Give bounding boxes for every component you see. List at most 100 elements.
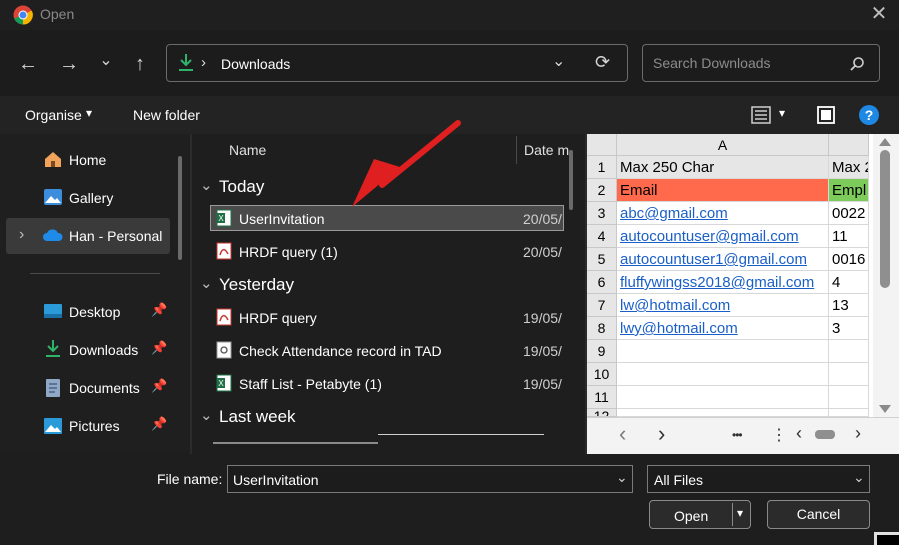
cell-a2[interactable]: Email xyxy=(617,179,829,202)
column-a-header[interactable]: A xyxy=(617,134,829,156)
sidebar-item-home[interactable]: Home xyxy=(69,152,106,168)
preview-pane-icon[interactable] xyxy=(816,105,836,125)
cell-b10[interactable] xyxy=(829,363,869,386)
column-divider[interactable] xyxy=(516,136,517,164)
cell-a4[interactable]: autocountuser@gmail.com xyxy=(617,225,829,248)
file-name[interactable]: HRDF query xyxy=(239,310,317,326)
cell-a11[interactable] xyxy=(617,386,829,409)
hscroll-right-icon[interactable]: › xyxy=(855,423,861,444)
view-options-caret-icon[interactable]: ▾ xyxy=(779,106,785,120)
file-name[interactable]: HRDF query (1) xyxy=(239,244,338,260)
row-number[interactable]: 6 xyxy=(587,271,617,294)
file-name[interactable]: Check Attendance record in TAD xyxy=(239,343,442,359)
group-caret-icon[interactable]: ⌄ xyxy=(200,176,213,194)
address-bar[interactable]: › Downloads ⌄ ⟳ xyxy=(166,44,628,82)
sidebar-item-han-personal[interactable]: Han - Personal xyxy=(69,228,162,244)
forward-button[interactable]: → xyxy=(57,52,81,76)
row-number[interactable]: 4 xyxy=(587,225,617,248)
cell-a1[interactable]: Max 250 Char xyxy=(617,156,829,179)
cell-b11[interactable] xyxy=(829,386,869,409)
organise-caret-icon[interactable]: ▾ xyxy=(86,106,92,120)
sidebar-item-downloads[interactable]: Downloads xyxy=(69,342,138,358)
back-button[interactable]: ← xyxy=(16,52,40,76)
new-folder-button[interactable]: New folder xyxy=(133,107,200,123)
pin-icon[interactable]: 📌 xyxy=(151,378,167,394)
group-header-yesterday[interactable]: Yesterday xyxy=(219,275,294,295)
resize-grip-icon[interactable] xyxy=(874,532,899,545)
help-button[interactable]: ? xyxy=(859,105,879,125)
close-button[interactable]: ✕ xyxy=(868,3,890,25)
sidebar-item-pictures[interactable]: Pictures xyxy=(69,418,120,434)
address-location[interactable]: Downloads xyxy=(221,56,290,72)
cell-a5[interactable]: autocountuser1@gmail.com xyxy=(617,248,829,271)
scroll-down-arrow-icon[interactable] xyxy=(879,405,891,413)
group-header-today[interactable]: Today xyxy=(219,177,264,197)
group-caret-icon[interactable]: ⌄ xyxy=(200,274,213,292)
file-name[interactable]: UserInvitation xyxy=(239,211,325,227)
row-number[interactable]: 8 xyxy=(587,317,617,340)
cell-b5[interactable]: 0016 xyxy=(829,248,869,271)
filetype-value[interactable]: All Files xyxy=(654,472,703,488)
filetype-select[interactable]: All Files ⌄ xyxy=(647,465,870,493)
sheet-next-button[interactable]: › xyxy=(658,421,665,447)
search-input[interactable]: Search Downloads xyxy=(653,55,771,71)
organise-button[interactable]: Organise xyxy=(25,107,82,123)
group-caret-icon[interactable]: ⌄ xyxy=(200,406,213,424)
view-list-icon[interactable] xyxy=(751,106,771,124)
horizontal-scrollbar[interactable] xyxy=(213,442,378,444)
refresh-button[interactable]: ⟳ xyxy=(595,52,610,73)
cell-a7[interactable]: lw@hotmail.com xyxy=(617,294,829,317)
column-b-header[interactable] xyxy=(829,134,869,156)
search-box[interactable]: Search Downloads xyxy=(642,44,880,82)
cell-a8[interactable]: lwy@hotmail.com xyxy=(617,317,829,340)
cell-a3[interactable]: abc@gmail.com xyxy=(617,202,829,225)
scroll-up-arrow-icon[interactable] xyxy=(879,138,891,146)
row-number[interactable]: 11 xyxy=(587,386,617,409)
row-number[interactable]: 2 xyxy=(587,179,617,202)
sheet-corner[interactable] xyxy=(587,134,617,156)
cancel-button[interactable]: Cancel xyxy=(767,500,870,529)
sheet-prev-button[interactable]: ‹ xyxy=(619,421,626,447)
open-button[interactable]: Open ▾ xyxy=(649,500,751,529)
cell-a6[interactable]: fluffywingss2018@gmail.com xyxy=(617,271,829,294)
cell-b7[interactable]: 13 xyxy=(829,294,869,317)
cell-b2[interactable]: Empl xyxy=(829,179,869,202)
sidebar-item-desktop[interactable]: Desktop xyxy=(69,304,120,320)
cell-b4[interactable]: 11 xyxy=(829,225,869,248)
row-number[interactable]: 12 xyxy=(587,409,617,417)
cell-b6[interactable]: 4 xyxy=(829,271,869,294)
file-list-scrollbar[interactable] xyxy=(569,150,573,210)
address-dropdown-button[interactable]: ⌄ xyxy=(552,51,565,71)
cell-a10[interactable] xyxy=(617,363,829,386)
filename-input[interactable]: UserInvitation ⌄ xyxy=(227,465,633,493)
pin-icon[interactable]: 📌 xyxy=(151,302,167,318)
cell-b1[interactable]: Max 2 xyxy=(829,156,869,179)
cell-b12[interactable] xyxy=(829,409,869,417)
sidebar-item-gallery[interactable]: Gallery xyxy=(69,190,113,206)
more-sheets-button[interactable]: ••• xyxy=(732,428,743,442)
row-number[interactable]: 10 xyxy=(587,363,617,386)
cell-b9[interactable] xyxy=(829,340,869,363)
navigation-scrollbar[interactable] xyxy=(178,156,182,260)
up-button[interactable]: ↑ xyxy=(128,52,152,76)
recent-locations-button[interactable]: ⌄ xyxy=(94,49,118,73)
row-number[interactable]: 5 xyxy=(587,248,617,271)
cell-a9[interactable] xyxy=(617,340,829,363)
cell-a12[interactable] xyxy=(617,409,829,417)
sheet-menu-button[interactable]: ⋮ xyxy=(771,425,787,445)
row-number[interactable]: 7 xyxy=(587,294,617,317)
pin-icon[interactable]: 📌 xyxy=(151,416,167,432)
row-number[interactable]: 3 xyxy=(587,202,617,225)
open-button-label[interactable]: Open xyxy=(674,508,708,524)
column-header-date[interactable]: Date m xyxy=(524,142,569,158)
cell-b8[interactable]: 3 xyxy=(829,317,869,340)
preview-hscroll-thumb[interactable] xyxy=(815,430,835,439)
pin-icon[interactable]: 📌 xyxy=(151,340,167,356)
column-header-name[interactable]: Name xyxy=(229,142,266,158)
hscroll-left-icon[interactable]: ‹ xyxy=(796,423,802,444)
row-number[interactable]: 9 xyxy=(587,340,617,363)
group-header-last-week[interactable]: Last week xyxy=(219,407,296,427)
filename-value[interactable]: UserInvitation xyxy=(233,472,319,488)
sidebar-item-documents[interactable]: Documents xyxy=(69,380,140,396)
file-name[interactable]: Staff List - Petabyte (1) xyxy=(239,376,382,392)
